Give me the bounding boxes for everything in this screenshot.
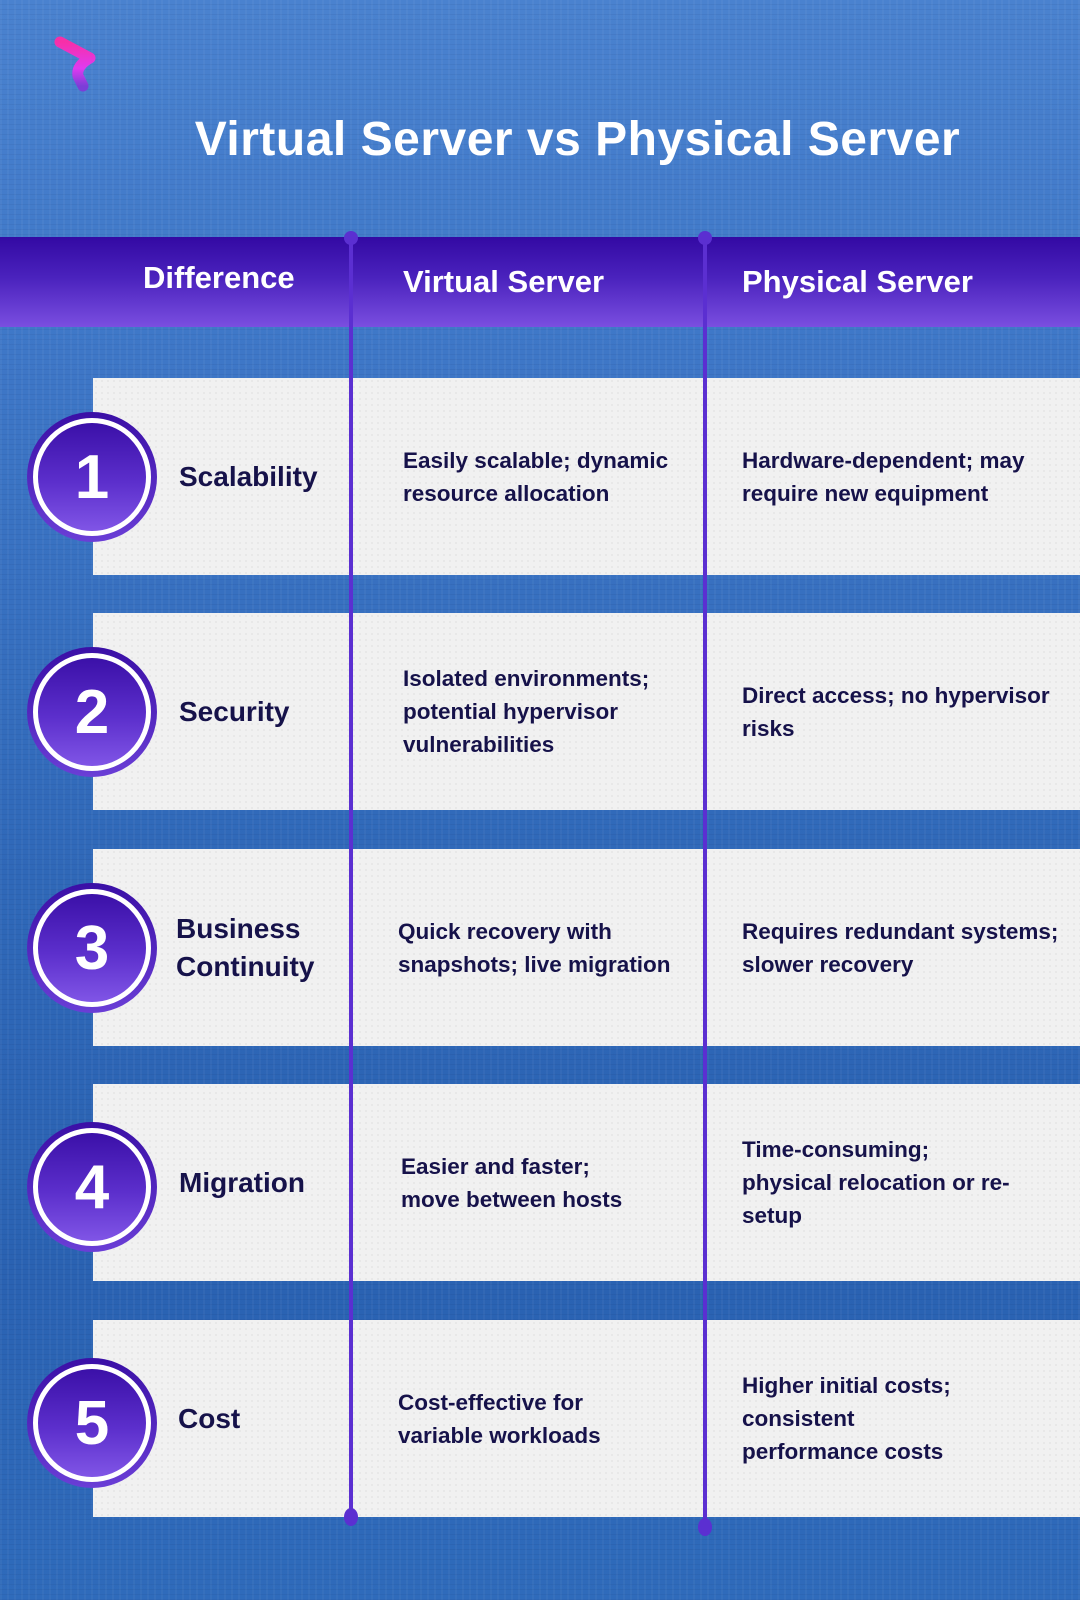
table-row: 5 Cost Cost-effective for variable workl…	[27, 1320, 1080, 1517]
difference-label: Cost	[178, 1402, 241, 1434]
virtual-server-cell: Easily scalable; dynamic resource alloca…	[403, 447, 669, 506]
virtual-server-cell: Cost-effective for variable workloads	[398, 1389, 601, 1448]
divider-dot	[344, 1508, 358, 1526]
difference-label: Business Continuity	[176, 912, 315, 982]
difference-label: Scalability	[179, 460, 318, 492]
brand-logo-icon	[50, 36, 102, 96]
number-badge: 2	[27, 647, 157, 777]
table-row: 4 Migration Easier and faster; move betw…	[27, 1084, 1080, 1281]
column-header-physical-server: Physical Server	[742, 264, 973, 299]
physical-server-cell: Time-consuming; physical relocation or r…	[742, 1137, 1010, 1228]
physical-server-cell: Direct access; no hypervisor risks	[742, 682, 1050, 741]
number-badge: 5	[27, 1358, 157, 1488]
number-badge: 1	[27, 412, 157, 542]
divider-dot	[344, 231, 358, 245]
divider-dot	[698, 1518, 712, 1536]
column-divider	[349, 239, 353, 1515]
table-row: 2 Security Isolated environments; potent…	[27, 613, 1080, 810]
physical-server-cell: Requires redundant systems; slower recov…	[742, 918, 1059, 977]
virtual-server-cell: Isolated environments; potential hypervi…	[403, 666, 650, 757]
virtual-server-cell: Quick recovery with snapshots; live migr…	[398, 918, 671, 977]
column-header-virtual-server: Virtual Server	[403, 264, 605, 299]
divider-dot	[698, 231, 712, 245]
physical-server-cell: Higher initial costs; consistent perform…	[742, 1373, 951, 1464]
table-row: 1 Scalability Easily scalable; dynamic r…	[27, 378, 1080, 575]
difference-label: Migration	[179, 1166, 305, 1198]
column-header-difference: Difference	[143, 260, 295, 295]
virtual-server-cell: Easier and faster; move between hosts	[401, 1153, 623, 1212]
difference-label: Security	[179, 695, 290, 727]
table-header: Difference Virtual Server Physical Serve…	[0, 237, 1080, 327]
column-divider	[703, 239, 707, 1526]
table-row: 3 Business Continuity Quick recovery wit…	[27, 849, 1080, 1046]
physical-server-cell: Hardware-dependent; may require new equi…	[742, 447, 1025, 506]
number-badge: 4	[27, 1122, 157, 1252]
number-badge: 3	[27, 883, 157, 1013]
page-title: Virtual Server vs Physical Server	[194, 113, 961, 166]
